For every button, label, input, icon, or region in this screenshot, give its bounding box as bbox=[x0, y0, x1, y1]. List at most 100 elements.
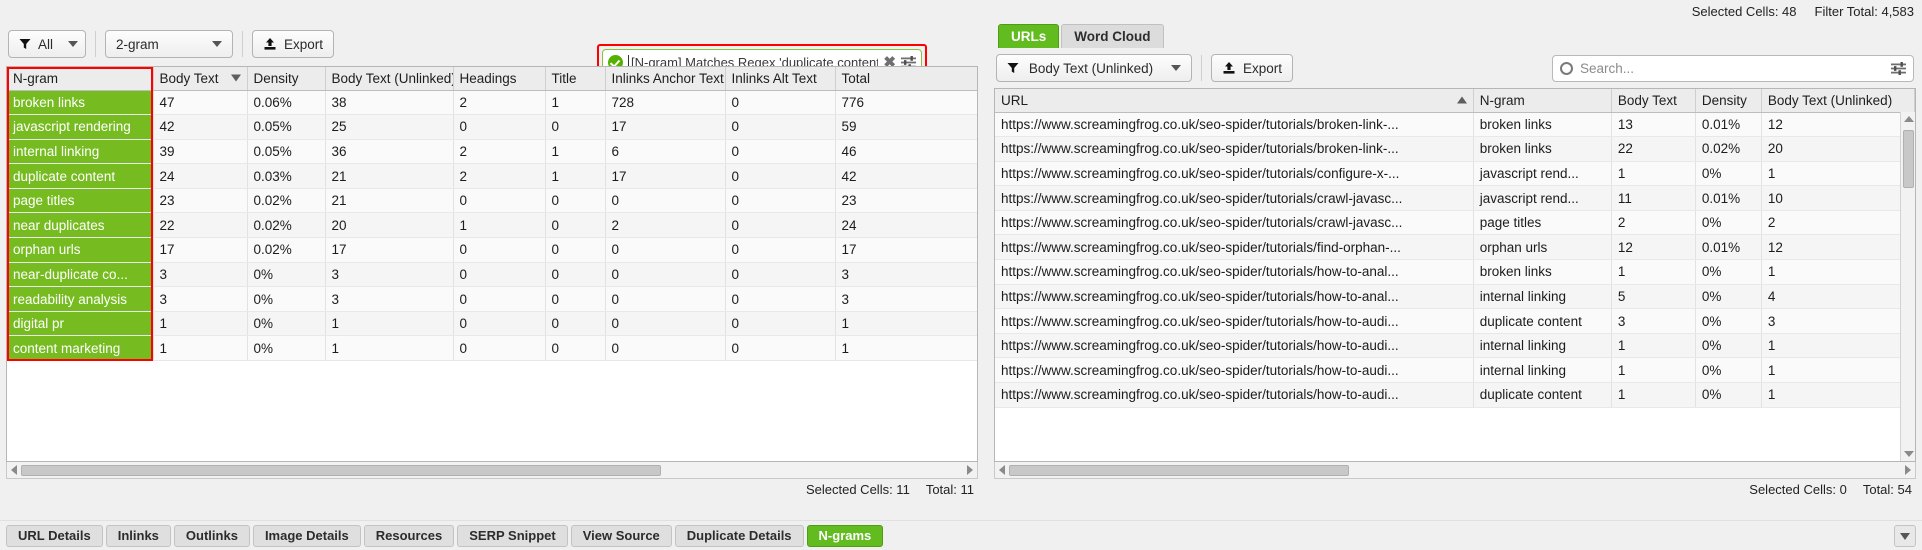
table-row[interactable]: https://www.screamingfrog.co.uk/seo-spid… bbox=[995, 382, 1915, 408]
bottom-tab-inlinks[interactable]: Inlinks bbox=[105, 524, 171, 547]
cell-value[interactable]: 0% bbox=[1695, 210, 1762, 236]
cell-ngram[interactable]: readability analysis bbox=[7, 286, 154, 312]
bottom-tab-view-source[interactable]: View Source bbox=[570, 524, 672, 547]
scroll-left-arrow-icon[interactable] bbox=[7, 463, 21, 478]
cell-value[interactable]: 0% bbox=[1695, 259, 1762, 285]
cell-value[interactable]: 2 bbox=[453, 90, 546, 116]
column-header-density[interactable]: Density bbox=[1695, 89, 1762, 113]
cell-value[interactable]: 21 bbox=[325, 163, 454, 189]
cell-value[interactable]: 0 bbox=[453, 335, 546, 362]
cell-value[interactable]: 5 bbox=[1611, 284, 1696, 310]
cell-value[interactable]: 0 bbox=[605, 262, 726, 288]
cell-value[interactable]: 1 bbox=[1611, 382, 1696, 408]
cell-ngram[interactable]: orphan urls bbox=[7, 237, 154, 263]
cell-value[interactable]: 1 bbox=[1761, 382, 1915, 408]
cell-url[interactable]: https://www.screamingfrog.co.uk/seo-spid… bbox=[995, 136, 1474, 162]
cell-value[interactable]: 0 bbox=[453, 311, 546, 337]
cell-value[interactable]: 0 bbox=[545, 237, 606, 263]
cell-value[interactable]: 0 bbox=[453, 237, 546, 263]
cell-value[interactable]: 2 bbox=[1761, 210, 1915, 236]
cell-value[interactable]: 1 bbox=[545, 163, 606, 189]
cell-ngram[interactable]: digital pr bbox=[7, 311, 154, 337]
cell-value[interactable]: 0 bbox=[725, 262, 836, 288]
cell-value[interactable]: 0 bbox=[725, 311, 836, 337]
cell-value[interactable]: 1 bbox=[153, 335, 248, 362]
cell-value[interactable]: 1 bbox=[1611, 333, 1696, 359]
cell-ngram[interactable]: near duplicates bbox=[7, 212, 154, 239]
cell-value[interactable]: 0 bbox=[605, 311, 726, 337]
cell-url[interactable]: https://www.screamingfrog.co.uk/seo-spid… bbox=[995, 308, 1474, 334]
cell-value[interactable]: 3 bbox=[325, 262, 454, 288]
scroll-left-arrow-icon[interactable] bbox=[995, 463, 1009, 478]
table-row[interactable]: duplicate content 24 0.03% 21 2 1 17 0 42 bbox=[7, 163, 977, 189]
cell-value[interactable]: 776 bbox=[835, 90, 977, 116]
cell-value[interactable]: 42 bbox=[835, 163, 977, 189]
cell-value[interactable]: 13 bbox=[1611, 112, 1696, 138]
cell-value[interactable]: 17 bbox=[325, 237, 454, 263]
bottom-tab-serp-snippet[interactable]: SERP Snippet bbox=[457, 524, 568, 547]
cell-value[interactable]: 0 bbox=[545, 114, 606, 140]
table-row[interactable]: https://www.screamingfrog.co.uk/seo-spid… bbox=[995, 284, 1915, 310]
column-header-body-text[interactable]: Body Text bbox=[1611, 89, 1696, 113]
tab-urls[interactable]: URLs bbox=[998, 24, 1060, 48]
cell-value[interactable]: 0.01% bbox=[1695, 234, 1762, 261]
cell-value[interactable]: broken links bbox=[1473, 259, 1612, 285]
cell-value[interactable]: 0 bbox=[605, 188, 726, 214]
cell-url[interactable]: https://www.screamingfrog.co.uk/seo-spid… bbox=[995, 210, 1474, 236]
cell-url[interactable]: https://www.screamingfrog.co.uk/seo-spid… bbox=[995, 112, 1474, 138]
scroll-right-arrow-icon[interactable] bbox=[1901, 463, 1915, 478]
cell-value[interactable]: 1 bbox=[1611, 259, 1696, 285]
scroll-right-arrow-icon[interactable] bbox=[963, 463, 977, 478]
cell-value[interactable]: 0 bbox=[725, 139, 836, 165]
filter-dropdown-all[interactable]: All bbox=[8, 30, 86, 58]
cell-value[interactable]: duplicate content bbox=[1473, 382, 1612, 408]
table-row[interactable]: page titles 23 0.02% 21 0 0 0 0 23 bbox=[7, 188, 977, 214]
cell-value[interactable]: internal linking bbox=[1473, 333, 1612, 359]
search-input[interactable]: Search... bbox=[1552, 54, 1914, 82]
collapse-panel-button[interactable] bbox=[1894, 524, 1916, 547]
right-hscroll-track[interactable] bbox=[1009, 463, 1901, 478]
table-row[interactable]: content marketing 1 0% 1 0 0 0 0 1 bbox=[7, 335, 977, 362]
cell-value[interactable]: 0% bbox=[247, 286, 326, 312]
cell-value[interactable]: 0 bbox=[725, 335, 836, 362]
column-header-body-text-unlinked[interactable]: Body Text (Unlinked) bbox=[325, 67, 454, 91]
cell-ngram[interactable]: content marketing bbox=[7, 335, 154, 362]
cell-value[interactable]: broken links bbox=[1473, 136, 1612, 162]
table-row[interactable]: broken links 47 0.06% 38 2 1 728 0 776 bbox=[7, 90, 977, 116]
bottom-tab-url-details[interactable]: URL Details bbox=[6, 524, 103, 547]
cell-value[interactable]: 2 bbox=[453, 139, 546, 165]
bottom-tab-outlinks[interactable]: Outlinks bbox=[173, 524, 250, 547]
cell-value[interactable]: 22 bbox=[1611, 136, 1696, 162]
cell-value[interactable]: orphan urls bbox=[1473, 234, 1612, 261]
cell-value[interactable]: 0 bbox=[605, 286, 726, 312]
cell-ngram[interactable]: internal linking bbox=[7, 139, 154, 165]
cell-value[interactable]: 20 bbox=[325, 212, 454, 239]
right-vscroll-thumb[interactable] bbox=[1903, 130, 1914, 188]
cell-value[interactable]: 0 bbox=[545, 311, 606, 337]
table-row[interactable]: readability analysis 3 0% 3 0 0 0 0 3 bbox=[7, 286, 977, 312]
cell-value[interactable]: 0 bbox=[545, 262, 606, 288]
cell-value[interactable]: 3 bbox=[1611, 308, 1696, 334]
cell-value[interactable]: 21 bbox=[325, 188, 454, 214]
column-header-inlinks-anchor-text[interactable]: Inlinks Anchor Text bbox=[605, 67, 726, 91]
table-row[interactable]: orphan urls 17 0.02% 17 0 0 0 0 17 bbox=[7, 237, 977, 263]
cell-value[interactable]: 1 bbox=[1611, 161, 1696, 187]
cell-value[interactable]: 0% bbox=[247, 311, 326, 337]
column-header-total[interactable]: Total bbox=[835, 67, 977, 91]
cell-value[interactable]: 0% bbox=[247, 335, 326, 362]
table-row[interactable]: near-duplicate co... 3 0% 3 0 0 0 0 3 bbox=[7, 262, 977, 288]
cell-value[interactable]: 0 bbox=[545, 286, 606, 312]
right-horizontal-scrollbar[interactable] bbox=[994, 462, 1916, 479]
cell-url[interactable]: https://www.screamingfrog.co.uk/seo-spid… bbox=[995, 382, 1474, 408]
table-row[interactable]: https://www.screamingfrog.co.uk/seo-spid… bbox=[995, 333, 1915, 359]
cell-value[interactable]: 0.02% bbox=[1695, 136, 1762, 162]
cell-value[interactable]: broken links bbox=[1473, 112, 1612, 138]
cell-value[interactable]: 0 bbox=[453, 114, 546, 140]
cell-value[interactable]: 0 bbox=[725, 163, 836, 189]
cell-ngram[interactable]: javascript rendering bbox=[7, 114, 154, 140]
cell-value[interactable]: 0% bbox=[1695, 284, 1762, 310]
column-header-ngram[interactable]: N-gram bbox=[1473, 89, 1612, 113]
cell-value[interactable]: 0.02% bbox=[247, 212, 326, 239]
cell-value[interactable]: 17 bbox=[153, 237, 248, 263]
bottom-tab-duplicate-details[interactable]: Duplicate Details bbox=[674, 524, 804, 547]
